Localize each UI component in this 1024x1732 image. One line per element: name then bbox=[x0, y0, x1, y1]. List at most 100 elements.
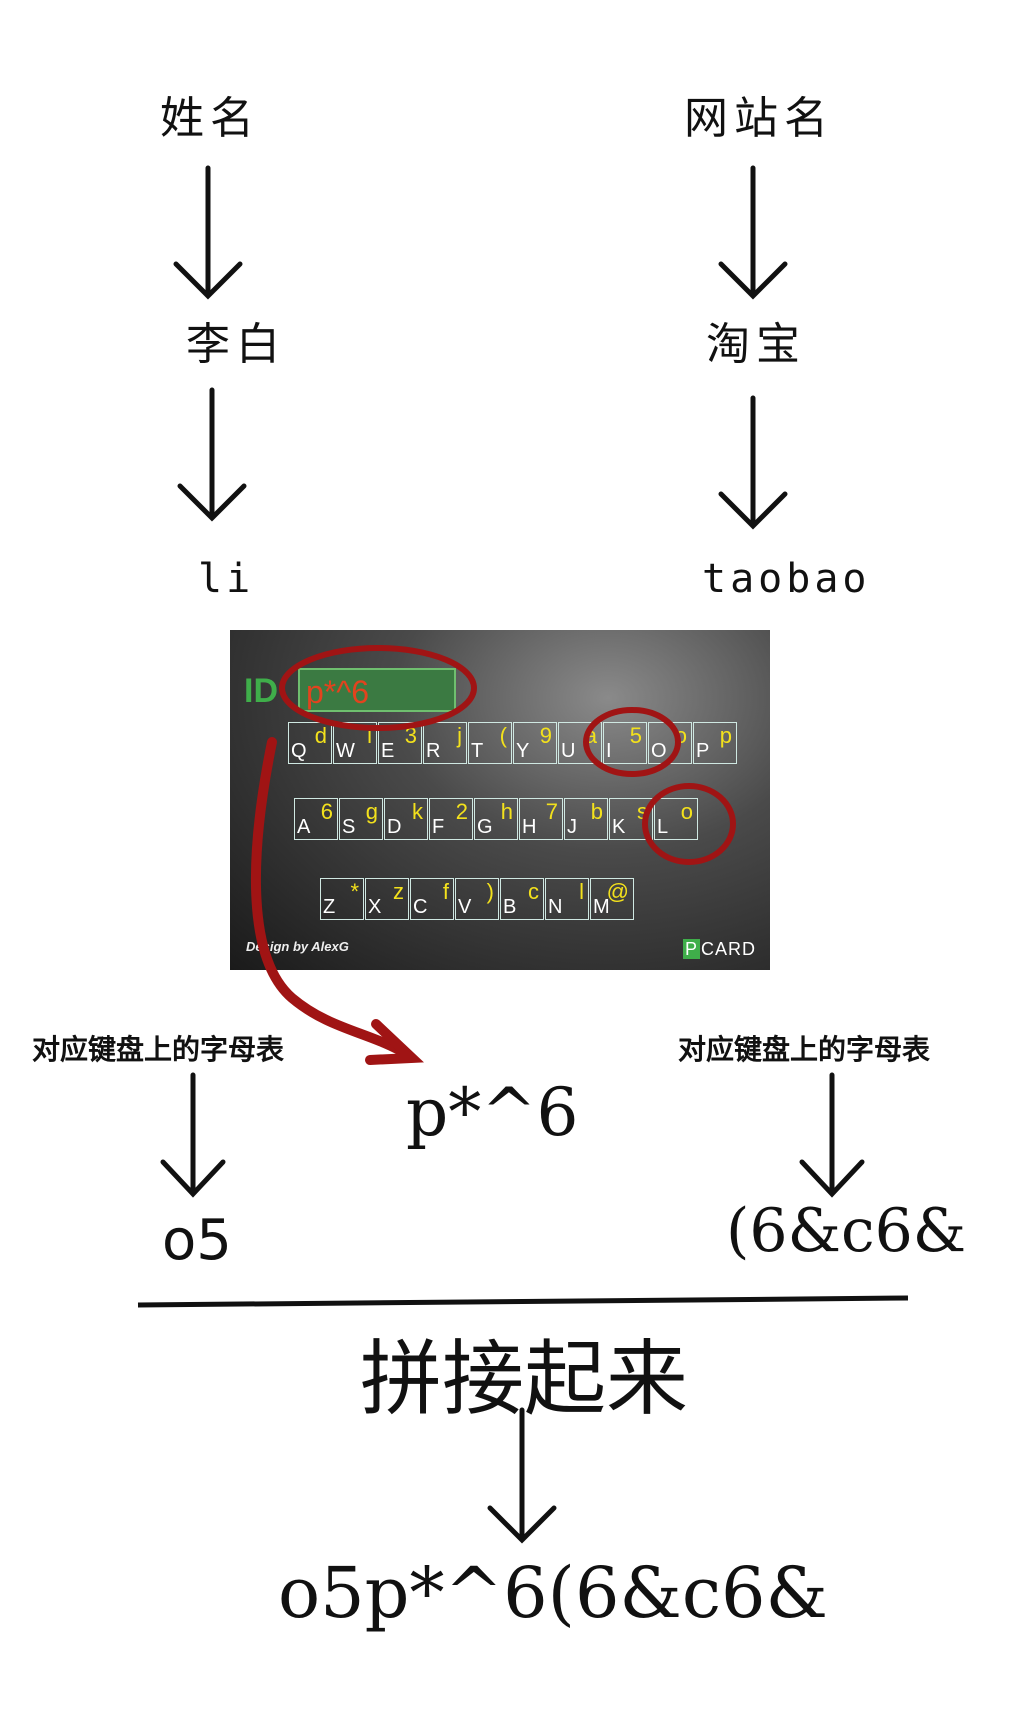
key-mapped-char: o bbox=[674, 723, 687, 748]
final-result: o5p*^6(6&c6& bbox=[278, 1552, 828, 1634]
key-mapped-char: b bbox=[590, 799, 603, 824]
key-mapped-char: 2 bbox=[455, 799, 468, 824]
keyboard-key: Sg bbox=[339, 798, 383, 840]
card-id-label: ID bbox=[244, 672, 278, 710]
keyboard-row: A6SgDkF2GhH7JbKsLo bbox=[294, 798, 699, 840]
key-letter: U bbox=[561, 740, 576, 762]
key-letter: A bbox=[297, 816, 311, 838]
keyboard-key: Ks bbox=[609, 798, 653, 840]
arrow-right-2 bbox=[718, 395, 788, 530]
arrow-left-3 bbox=[160, 1072, 226, 1198]
key-letter: K bbox=[612, 816, 626, 838]
keyboard-key: V) bbox=[455, 878, 499, 920]
keyboard-key: Gh bbox=[474, 798, 518, 840]
key-mapped-char: h bbox=[500, 799, 513, 824]
keyboard-key: Bc bbox=[500, 878, 544, 920]
middle-value: p*^6 bbox=[406, 1074, 579, 1151]
left-caption: 对应键盘上的字母表 bbox=[32, 1033, 285, 1066]
key-mapped-char: 5 bbox=[629, 723, 642, 748]
key-letter: B bbox=[503, 896, 517, 918]
keyboard-key: Y9 bbox=[513, 722, 557, 764]
key-letter: I bbox=[606, 740, 612, 762]
key-mapped-char: g bbox=[365, 799, 378, 824]
key-letter: L bbox=[657, 816, 669, 838]
key-mapped-char: z bbox=[393, 879, 404, 904]
key-letter: S bbox=[342, 816, 356, 838]
key-letter: O bbox=[651, 740, 667, 762]
keyboard-key: A6 bbox=[294, 798, 338, 840]
join-label: 拼接起来 bbox=[360, 1332, 689, 1427]
keyboard-key: H7 bbox=[519, 798, 563, 840]
keyboard-key: E3 bbox=[378, 722, 422, 764]
key-letter: P bbox=[696, 740, 710, 762]
key-mapped-char: ( bbox=[499, 723, 507, 748]
key-mapped-char: 9 bbox=[539, 723, 552, 748]
name-pinyin: li bbox=[198, 556, 255, 602]
keyboard-key: Xz bbox=[365, 878, 409, 920]
key-mapped-char: i bbox=[367, 723, 372, 748]
key-mapped-char: o bbox=[680, 799, 693, 824]
key-letter: W bbox=[336, 740, 355, 762]
keyboard-key: Pp bbox=[693, 722, 737, 764]
key-letter: R bbox=[426, 740, 441, 762]
keyboard-key: T( bbox=[468, 722, 512, 764]
site-result: (6&c6& bbox=[726, 1196, 967, 1266]
key-letter: E bbox=[381, 740, 395, 762]
key-mapped-char: j bbox=[457, 723, 462, 748]
card-id-field: p*^6 bbox=[298, 668, 456, 712]
key-mapped-char: 7 bbox=[545, 799, 558, 824]
key-mapped-char: l bbox=[579, 879, 584, 904]
key-mapped-char: f bbox=[442, 879, 449, 904]
keyboard-key: Cf bbox=[410, 878, 454, 920]
card-brand: P CARD bbox=[682, 939, 756, 960]
key-letter: J bbox=[567, 816, 577, 838]
key-letter: G bbox=[477, 816, 493, 838]
key-letter: D bbox=[387, 816, 402, 838]
key-mapped-char: a bbox=[584, 723, 597, 748]
name-example: 李白 bbox=[186, 319, 286, 370]
keyboard-key: Jb bbox=[564, 798, 608, 840]
keyboard-key: Z * bbox=[320, 878, 364, 920]
key-letter: F bbox=[432, 816, 445, 838]
site-example: 淘宝 bbox=[706, 319, 806, 370]
key-mapped-char: 6 bbox=[320, 799, 333, 824]
keyboard-card-image: ID p*^6 Qd Wi E 3 Rj T(Y 9 Ua I 5 Oo Pp A 6 Sg Dk F 2 Gh H 7… bbox=[230, 630, 770, 970]
keyboard-key: F2 bbox=[429, 798, 473, 840]
key-letter: Q bbox=[291, 740, 307, 762]
name-heading: 姓名 bbox=[160, 93, 260, 144]
keyboard-key: I5 bbox=[603, 722, 647, 764]
site-heading: 网站名 bbox=[684, 93, 834, 144]
card-credit: Design by AlexG bbox=[246, 939, 349, 954]
key-mapped-char: s bbox=[637, 799, 648, 824]
card-brand-text: CARD bbox=[700, 939, 756, 959]
key-mapped-char: 3 bbox=[404, 723, 417, 748]
keyboard-key: Wi bbox=[333, 722, 377, 764]
keyboard-key: Lo bbox=[654, 798, 698, 840]
site-pinyin: taobao bbox=[702, 556, 871, 602]
key-letter: C bbox=[413, 896, 428, 918]
key-letter: Y bbox=[516, 740, 530, 762]
arrow-left-2 bbox=[177, 387, 247, 522]
key-letter: H bbox=[522, 816, 537, 838]
key-letter: N bbox=[548, 896, 563, 918]
keyboard-key: Ua bbox=[558, 722, 602, 764]
key-letter: T bbox=[471, 740, 484, 762]
keyboard-key: Rj bbox=[423, 722, 467, 764]
keyboard-row: Qd Wi E 3 Rj T(Y 9 Ua I 5 Oo Pp bbox=[288, 722, 738, 764]
arrow-right-3 bbox=[799, 1072, 865, 1198]
divider-line bbox=[137, 1295, 909, 1308]
keyboard-key: Oo bbox=[648, 722, 692, 764]
key-letter: X bbox=[368, 896, 382, 918]
keyboard-key: Qd bbox=[288, 722, 332, 764]
key-mapped-char: ) bbox=[486, 879, 494, 904]
keyboard-key: Nl bbox=[545, 878, 589, 920]
key-mapped-char: p bbox=[719, 723, 732, 748]
key-letter: V bbox=[458, 896, 472, 918]
keyboard-key: Dk bbox=[384, 798, 428, 840]
key-letter: Z bbox=[323, 896, 336, 918]
right-caption: 对应键盘上的字母表 bbox=[678, 1033, 931, 1066]
keyboard-row: Z * Xz Cf V) Bc Nl M @ bbox=[320, 878, 635, 920]
key-mapped-char: * bbox=[350, 879, 359, 904]
key-mapped-char: c bbox=[528, 879, 539, 904]
card-brand-mark: P bbox=[682, 939, 700, 959]
